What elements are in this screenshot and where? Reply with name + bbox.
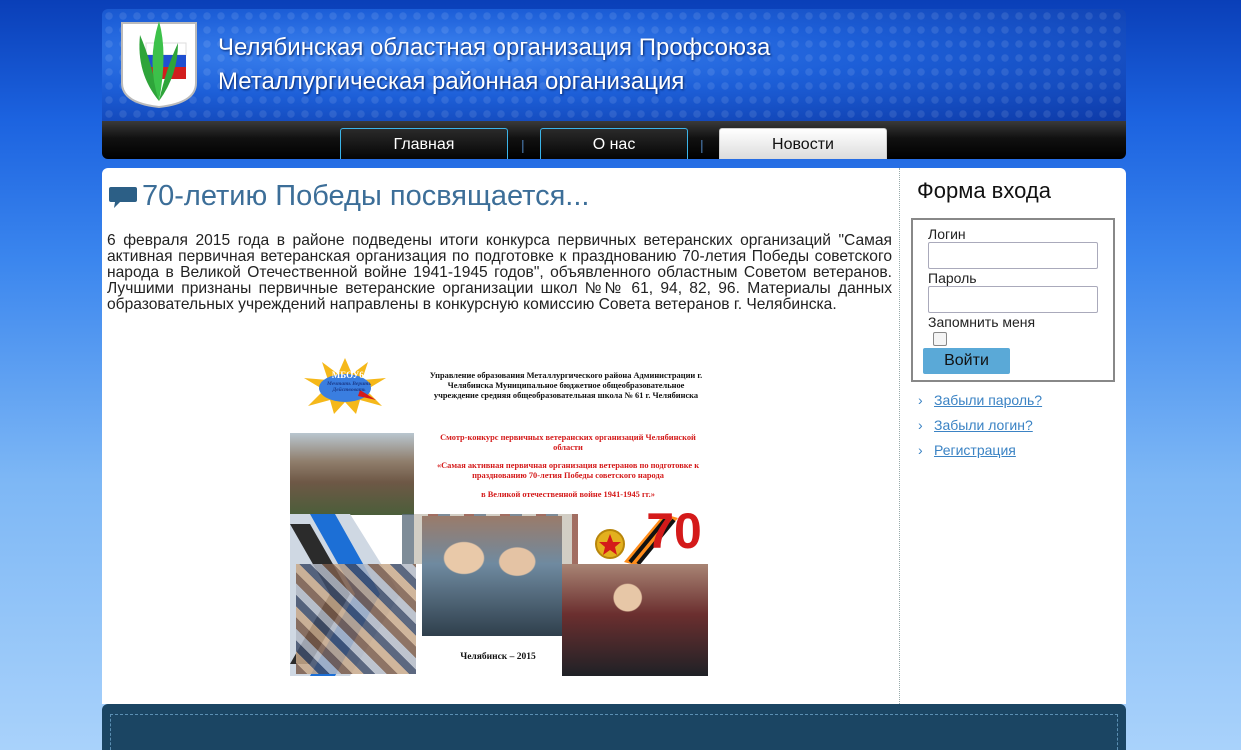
- article-title: 70-летию Победы посвящается...: [142, 180, 590, 212]
- article-body: 6 февраля 2015 года в районе подведены и…: [107, 232, 892, 313]
- chevron-right-icon: ›: [918, 392, 923, 408]
- login-form: Логин Пароль Запомнить меня Войти: [911, 218, 1115, 382]
- site-title-line1: Челябинская областная организация Профсо…: [218, 34, 771, 61]
- union-logo-icon: [121, 21, 197, 109]
- page-wrapper: Челябинская областная организация Профсо…: [102, 9, 1126, 159]
- school-building-photo: [290, 433, 414, 515]
- contest-poster: МБОУ61 Мечтать Верить Действовать Управл…: [290, 354, 708, 676]
- forgot-login-link[interactable]: Забыли логин?: [934, 417, 1033, 433]
- school-motto: Мечтать Верить Действовать: [327, 381, 371, 393]
- password-label: Пароль: [928, 270, 977, 286]
- poster-city-year: Челябинск – 2015: [460, 652, 536, 662]
- nav-item-news[interactable]: Новости: [719, 128, 887, 159]
- remember-label: Запомнить меня: [928, 314, 1036, 330]
- site-title-line2: Металлургическая районная организация: [218, 68, 685, 95]
- forgot-password-link[interactable]: Забыли пароль?: [934, 392, 1042, 408]
- login-button[interactable]: Войти: [923, 348, 1010, 374]
- login-input[interactable]: [928, 242, 1098, 269]
- remember-checkbox[interactable]: [933, 332, 947, 346]
- poster-header-text: Управление образования Металлургического…: [429, 371, 703, 400]
- site-footer: [102, 704, 1126, 750]
- nav-item-home[interactable]: Главная: [340, 128, 508, 159]
- veterans-table-photo: [562, 564, 708, 676]
- main-nav: Главная | О нас | Новости: [102, 121, 1126, 159]
- chevron-right-icon: ›: [918, 417, 923, 433]
- poster-contest-subtitle: «Самая активная первичная организация ве…: [436, 461, 700, 480]
- register-link[interactable]: Регистрация: [934, 442, 1016, 458]
- photo-collage-left: [296, 564, 416, 674]
- site-header: Челябинская областная организация Профсо…: [102, 9, 1126, 121]
- login-form-title: Форма входа: [917, 178, 1051, 203]
- article-column: 70-летию Победы посвящается... 6 февраля…: [102, 168, 900, 704]
- article-heading: 70-летию Победы посвящается...: [108, 180, 589, 213]
- password-input[interactable]: [928, 286, 1098, 313]
- speech-bubble-icon: [109, 187, 137, 209]
- footer-inner: [110, 714, 1118, 750]
- poster-contest-title: Смотр-конкурс первичных ветеранских орга…: [440, 433, 696, 452]
- chevron-right-icon: ›: [918, 442, 923, 458]
- school-badge-label: МБОУ61: [331, 370, 369, 380]
- nav-item-about[interactable]: О нас: [540, 128, 688, 159]
- content-area: 70-летию Победы посвящается... 6 февраля…: [102, 168, 1126, 704]
- victory-70-number: 70: [646, 503, 702, 559]
- login-label: Логин: [928, 226, 966, 242]
- sidebar: Форма входа Логин Пароль Запомнить меня …: [902, 168, 1126, 704]
- veterans-photo: [422, 516, 562, 636]
- nav-separator: |: [521, 137, 525, 153]
- poster-contest-years: в Великой отечественной войне 1941-1945 …: [481, 490, 655, 499]
- header-pattern: [102, 9, 1126, 121]
- nav-separator: |: [700, 137, 704, 153]
